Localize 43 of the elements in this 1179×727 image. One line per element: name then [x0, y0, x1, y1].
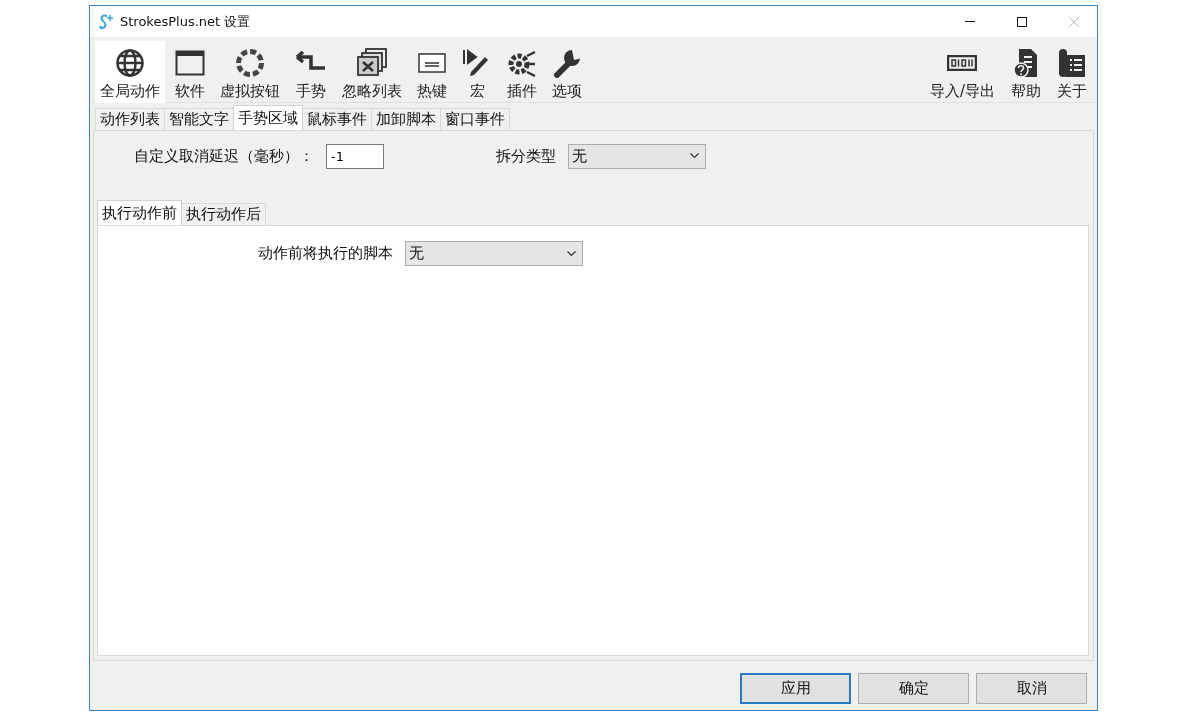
toolbar-button[interactable]: 热键 [412, 41, 452, 103]
tab[interactable]: 窗口事件 [440, 108, 510, 130]
chevron-down-icon [690, 153, 699, 159]
toolbar-button[interactable]: 手势 [290, 41, 332, 103]
help-document-icon [1013, 48, 1039, 78]
window-title: StrokesPlus.net 设置 [120, 12, 252, 31]
wrench-icon [552, 48, 582, 78]
minimize-icon [965, 21, 975, 22]
tab[interactable]: 执行动作前 [97, 200, 182, 225]
toolbar-button[interactable]: 关于 [1052, 41, 1092, 103]
toolbar-button[interactable]: 插件 [502, 41, 542, 103]
field-label: 自定义取消延迟（毫秒）： [134, 146, 314, 166]
binary-icon [947, 55, 978, 71]
toolbar-button[interactable]: 忽略列表 [337, 41, 407, 103]
toolbar-button[interactable]: 选项 [547, 41, 587, 103]
toolbar-button[interactable]: 虚拟按钮 [215, 41, 285, 103]
tab[interactable]: 动作列表 [95, 108, 165, 130]
dialog-button[interactable]: 取消 [976, 673, 1087, 704]
globe-icon [115, 48, 145, 78]
field-label: 动作前将执行的脚本 [257, 243, 393, 263]
keyboard-key-icon [418, 53, 446, 73]
gear-arrows-icon [507, 48, 537, 78]
toolbar-button[interactable]: 宏 [457, 41, 497, 103]
toolbar-button[interactable]: 软件 [170, 41, 210, 103]
field-label: 拆分类型 [496, 146, 556, 166]
window-icon [175, 50, 205, 76]
dropdown[interactable]: 无 [405, 241, 583, 266]
dialog-button[interactable]: 应用 [740, 673, 851, 704]
tab[interactable]: 执行动作后 [181, 203, 266, 225]
toolbar-button[interactable]: 帮助 [1006, 41, 1046, 103]
app-logo-icon [98, 12, 114, 31]
toolbar-button[interactable]: 全局动作 [95, 41, 165, 103]
tab[interactable]: 手势区域 [233, 105, 303, 130]
book-list-icon [1058, 48, 1086, 78]
cancel-delay-field[interactable]: -1 [326, 143, 384, 169]
toolbar-button[interactable]: 导入/导出 [924, 41, 1000, 103]
dashed-ring-icon [235, 48, 265, 78]
dropdown[interactable]: 无 [568, 143, 706, 169]
dialog-button[interactable]: 确定 [858, 673, 969, 704]
maximize-icon [1017, 16, 1027, 27]
chevron-down-icon [567, 250, 576, 257]
stacked-windows-icon [356, 48, 388, 78]
close-icon [1069, 16, 1079, 27]
